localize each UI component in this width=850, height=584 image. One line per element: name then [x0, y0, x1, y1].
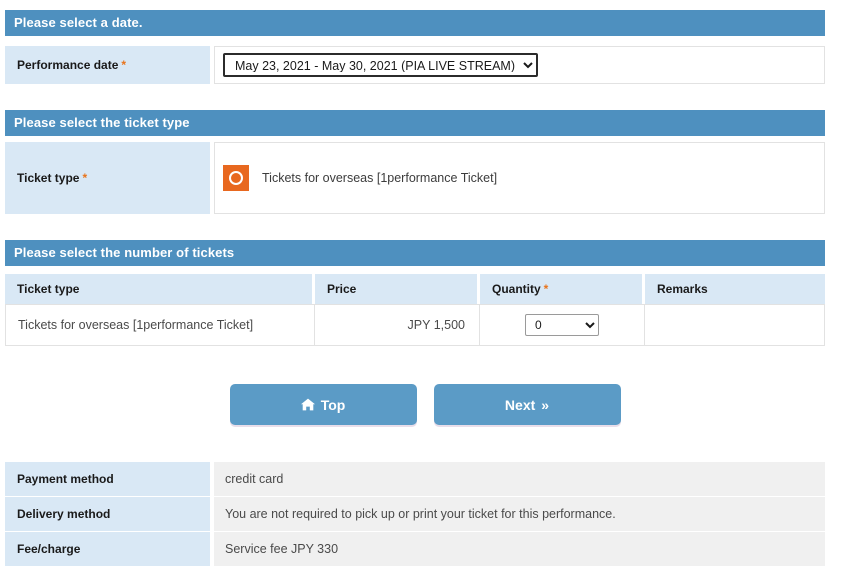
radio-ring: [229, 171, 243, 185]
column-header-ticket-type: Ticket type: [5, 274, 315, 304]
summary-value: Service fee JPY 330: [214, 532, 825, 566]
cell-remarks: [645, 304, 825, 346]
required-asterisk: *: [82, 171, 88, 185]
cell-quantity: 0: [480, 304, 645, 346]
ticket-type-option-label: Tickets for overseas [1performance Ticke…: [262, 171, 498, 185]
required-asterisk: *: [543, 282, 549, 296]
column-header-price: Price: [315, 274, 480, 304]
section-header-date: Please select a date.: [5, 10, 825, 36]
section-header-ticket-type: Please select the ticket type: [5, 110, 825, 136]
summary-label: Fee/charge: [5, 532, 210, 566]
ticket-type-row: Ticket type * Tickets for overseas [1per…: [5, 142, 825, 214]
summary-value: credit card: [214, 462, 825, 496]
cell-price: JPY 1,500: [315, 304, 480, 346]
next-button[interactable]: Next »: [433, 384, 621, 425]
performance-date-row: Performance date * May 23, 2021 - May 30…: [5, 46, 825, 84]
performance-date-value-cell: May 23, 2021 - May 30, 2021 (PIA LIVE ST…: [214, 46, 825, 84]
cell-ticket-type: Tickets for overseas [1performance Ticke…: [5, 304, 315, 346]
summary-row-fee-charge: Fee/charge Service fee JPY 330: [5, 532, 825, 566]
performance-date-select[interactable]: May 23, 2021 - May 30, 2021 (PIA LIVE ST…: [223, 53, 538, 77]
table-row: Tickets for overseas [1performance Ticke…: [5, 304, 825, 346]
summary-row-payment-method: Payment method credit card: [5, 462, 825, 496]
summary-label: Delivery method: [5, 497, 210, 531]
column-header-quantity-text: Quantity: [492, 282, 541, 296]
ticket-type-label-text: Ticket type: [17, 171, 80, 185]
action-buttons: Top Next »: [0, 384, 850, 425]
performance-date-label: Performance date *: [5, 46, 210, 84]
next-button-label: Next: [504, 396, 536, 413]
quantity-select[interactable]: 0: [525, 314, 599, 336]
booking-page: Please select a date. Performance date *…: [0, 0, 850, 584]
column-header-quantity: Quantity *: [480, 274, 645, 304]
top-button[interactable]: Top: [229, 384, 417, 425]
summary-label: Payment method: [5, 462, 210, 496]
ticket-type-option[interactable]: Tickets for overseas [1performance Ticke…: [223, 165, 497, 191]
ticket-type-label: Ticket type *: [5, 142, 210, 214]
tickets-table: Ticket type Price Quantity * Remarks Tick…: [5, 274, 825, 346]
required-asterisk: *: [121, 58, 127, 72]
summary-row-delivery-method: Delivery method You are not required to …: [5, 497, 825, 531]
chevron-right-icon: »: [541, 396, 550, 413]
ticket-type-value-cell: Tickets for overseas [1performance Ticke…: [214, 142, 825, 214]
tickets-table-header-row: Ticket type Price Quantity * Remarks: [5, 274, 825, 304]
top-button-label: Top: [320, 396, 346, 413]
radio-selected-icon[interactable]: [223, 165, 249, 191]
column-header-remarks: Remarks: [645, 274, 825, 304]
section-header-quantity: Please select the number of tickets: [5, 240, 825, 266]
summary-value: You are not required to pick up or print…: [214, 497, 825, 531]
home-icon: [300, 398, 315, 411]
performance-date-label-text: Performance date: [17, 58, 119, 72]
